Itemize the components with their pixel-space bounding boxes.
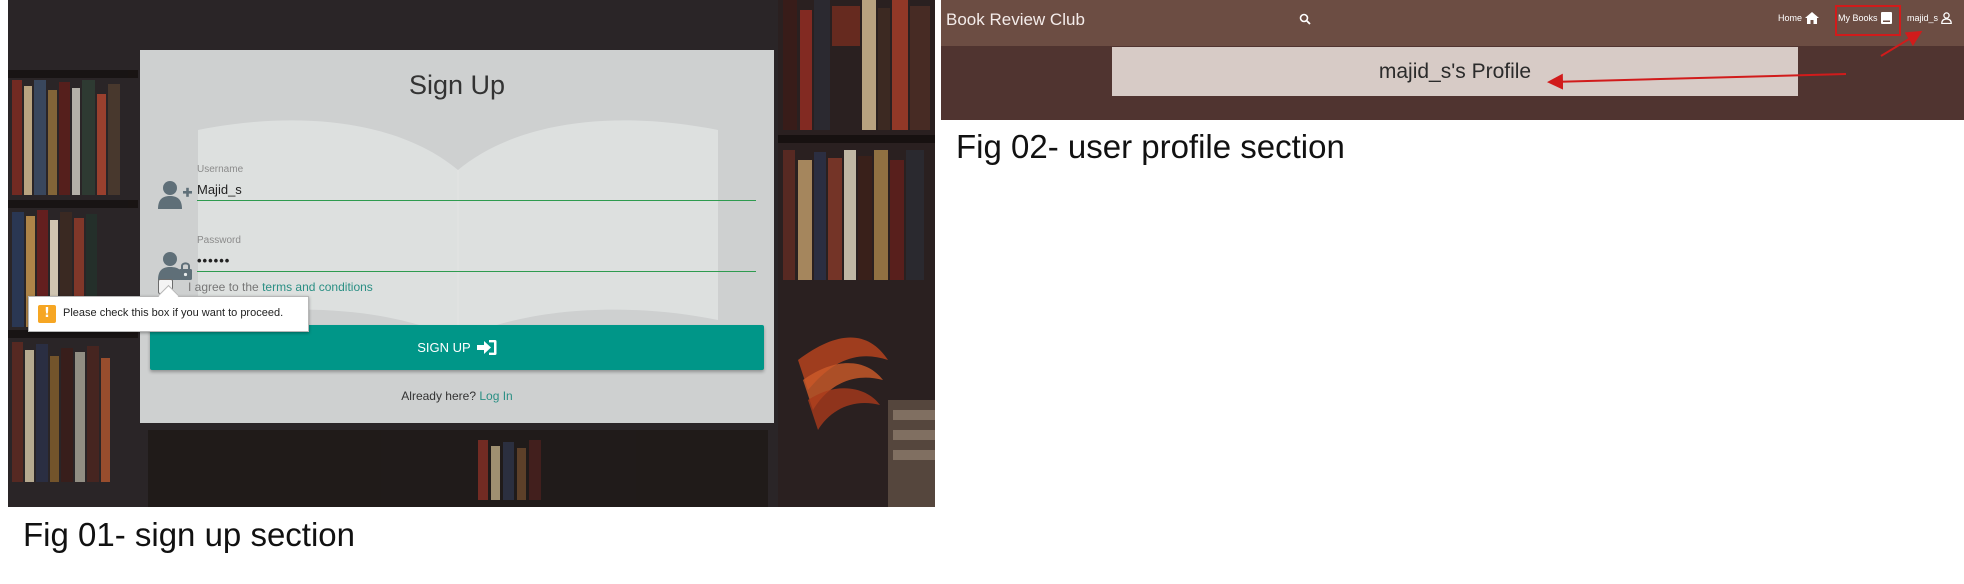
login-prompt: Already here? Log In (140, 389, 774, 403)
profile-banner: majid_s's Profile (1112, 47, 1798, 96)
signup-card: Sign Up Username Password (140, 50, 774, 423)
user-lock-icon (158, 252, 192, 280)
nav-user-label: majid_s (1907, 13, 1939, 23)
validation-tooltip: ! Please check this box if you want to p… (28, 296, 309, 332)
profile-title: majid_s's Profile (1378, 60, 1532, 83)
username-input[interactable] (197, 179, 756, 201)
signup-button-label: SIGN UP (417, 340, 471, 355)
nav-user[interactable]: majid_s (1907, 12, 1952, 24)
terms-prefix: I agree to the (188, 280, 263, 294)
password-label: Password (197, 235, 241, 246)
terms-link[interactable]: terms and conditions (262, 280, 373, 294)
nav-home[interactable]: Home (1778, 12, 1820, 24)
profile-screenshot: Book Review Club Home My Books majid_s m… (941, 0, 1964, 120)
fig1-caption: Fig 01- sign up section (23, 516, 356, 553)
page-title: Sign Up (408, 70, 506, 100)
login-link[interactable]: Log In (479, 389, 512, 403)
home-icon (1805, 12, 1820, 24)
username-field-group: Username (158, 164, 756, 224)
user-plus-icon (158, 181, 192, 209)
signup-screenshot: Sign Up Username Password (8, 0, 935, 507)
username-label: Username (197, 164, 244, 175)
annotation-highlight-box (1835, 5, 1901, 36)
nav-home-label: Home (1778, 13, 1803, 23)
tooltip-text: Please check this box if you want to pro… (63, 307, 284, 319)
warning-icon: ! (38, 305, 56, 323)
sign-in-icon (476, 340, 497, 355)
search-icon[interactable] (1299, 13, 1311, 25)
fig2-caption: Fig 02- user profile section (956, 128, 1345, 165)
password-input[interactable] (197, 250, 756, 272)
login-prompt-text: Already here? (401, 389, 476, 403)
brand-title[interactable]: Book Review Club (946, 10, 1085, 30)
user-icon (1941, 12, 1952, 24)
terms-label: I agree to the terms and conditions (188, 280, 373, 294)
navbar: Book Review Club Home My Books majid_s (941, 0, 1964, 46)
